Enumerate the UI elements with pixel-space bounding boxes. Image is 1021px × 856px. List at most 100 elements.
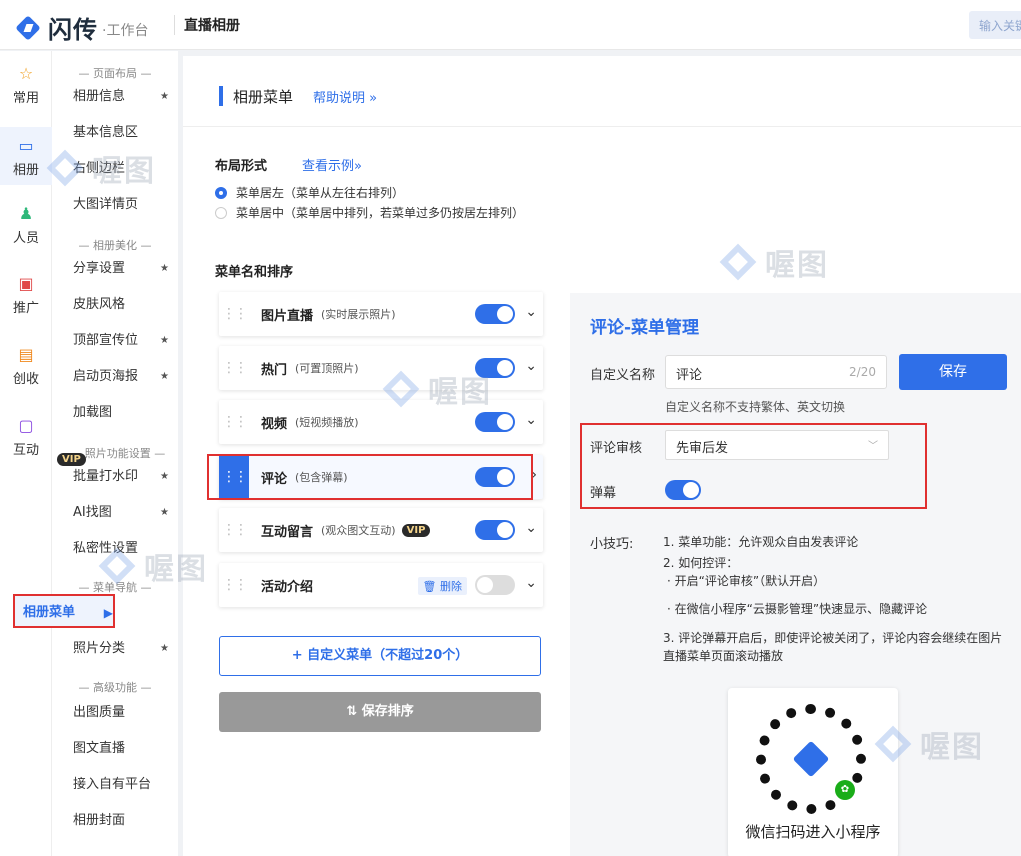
subnav-item[interactable]: 皮肤风格 [73, 294, 169, 316]
layout-example-link[interactable]: 查看示例» [302, 155, 362, 174]
menu-desc: (短视频播放) [295, 416, 359, 429]
layout-title: 布局形式 [215, 159, 268, 174]
nav-item-common[interactable]: ☆ 常用 [0, 64, 52, 107]
watermark: 喔图 [46, 146, 156, 190]
radio-label: 菜单居中（菜单居中排列，若菜单过多仍按居左排列） [236, 206, 525, 220]
group-label: — 页面布局 — [78, 67, 152, 80]
menu-toggle[interactable] [475, 575, 515, 595]
tip-item: 3. 评论弹幕开启后，即使评论被关闭了，评论内容会继续在图片直播菜单页面滚动播放 [663, 631, 1003, 663]
logo[interactable]: 闪传 ·工作台 [14, 10, 148, 45]
menu-toggle[interactable] [475, 520, 515, 540]
help-link[interactable]: 帮助说明 » [313, 87, 377, 106]
danmaku-toggle[interactable] [665, 480, 701, 500]
menu-list-title: 菜单名和排序 [215, 265, 294, 280]
subnav-item[interactable]: 大图详情页 [73, 194, 169, 216]
drag-handle-icon[interactable]: ⋮⋮ [219, 523, 249, 537]
layout-radio-center[interactable]: 菜单居中（菜单居中排列，若菜单过多仍按居左排列） [215, 204, 524, 221]
chevron-down-icon[interactable]: ⌄ [525, 520, 537, 536]
layout-radio-left[interactable]: 菜单居左（菜单从左往右排列） [215, 184, 404, 201]
nav-label: 人员 [12, 231, 39, 246]
menu-row[interactable]: ⋮⋮ 热门 (可置顶照片) ⌄ [219, 346, 543, 390]
subnav-item[interactable]: 照片分类 ★ [73, 638, 169, 660]
search-input[interactable]: 输入关键 [969, 11, 1021, 39]
save-sort-button[interactable]: ⇅ 保存排序 [219, 692, 541, 732]
review-select[interactable]: 先审后发 ﹀ [665, 430, 889, 460]
subnav-item[interactable]: 批量打水印 ★ [73, 466, 169, 488]
menu-row[interactable]: ⋮⋮ 视频 (短视频播放) ⌄ [219, 400, 543, 444]
tip-item: 1. 菜单功能：允许观众自由发表评论 [663, 535, 859, 549]
menu-row[interactable]: ⋮⋮ 互动留言 (观众图文互动) VIP ⌄ [219, 508, 543, 552]
subnav-item[interactable]: 启动页海报 ★ [73, 366, 169, 388]
nav-item-promote[interactable]: ▣ 推广 [0, 274, 52, 317]
album-icon: ▭ [18, 136, 34, 155]
menu-row[interactable]: ⋮⋮ 活动介绍 🗑 删除 ⌄ [219, 563, 543, 607]
subnav-item[interactable]: AI找图 ★ [73, 502, 169, 524]
subnav-item[interactable]: 加载图 [73, 402, 169, 424]
subnav-item[interactable]: 接入自有平台 [73, 774, 169, 796]
tip-item: · 在微信小程序“云摄影管理”快速显示、隐藏评论 [667, 602, 928, 616]
review-value: 先审后发 [676, 441, 729, 456]
name-input[interactable]: 评论 2/20 [665, 355, 887, 389]
subnav-item[interactable]: 图文直播 [73, 738, 169, 760]
nav-label: 创收 [12, 372, 39, 387]
nav-item-people[interactable]: ♟ 人员 [0, 205, 52, 247]
logo-subtitle: ·工作台 [102, 23, 149, 39]
subnav-item[interactable]: 相册信息 ★ [73, 86, 169, 108]
menu-desc: (可置顶照片) [295, 362, 359, 375]
nav-item-revenue[interactable]: ▤ 创收 [0, 346, 52, 388]
panel-title: 评论-菜单管理 [590, 318, 700, 338]
menu-toggle[interactable] [475, 304, 515, 324]
name-hint: 自定义名称不支持繁体、英文切换 [665, 400, 846, 414]
main-nav: ☆ 常用 ▭ 相册 ♟ 人员 ▣ 推广 ▤ 创收 ▢ 互动 [0, 51, 52, 856]
radio-unselected[interactable] [215, 206, 227, 219]
menu-settings-panel: 评论-菜单管理 自定义名称 评论 2/20 保存 自定义名称不支持繁体、英文切换… [570, 293, 1021, 856]
save-button[interactable]: 保存 [899, 354, 1007, 390]
star-icon: ★ [160, 507, 169, 518]
radio-selected[interactable] [215, 186, 227, 199]
chevron-down-icon[interactable]: ⌄ [525, 358, 537, 374]
tip-item: 2. 如何控评： [663, 556, 739, 570]
menu-toggle[interactable] [475, 412, 515, 432]
chevron-down-icon[interactable]: ⌄ [525, 575, 537, 591]
star-icon: ★ [160, 471, 169, 482]
subnav-item[interactable]: 顶部宣传位 ★ [73, 330, 169, 352]
add-custom-menu-button[interactable]: + 自定义菜单（不超过20个） [219, 636, 541, 676]
logo-text: 闪传 [48, 16, 98, 44]
subnav-item[interactable]: 出图质量 [73, 702, 169, 724]
nav-label: 相册 [12, 163, 39, 178]
divider [174, 15, 175, 35]
subnav-item[interactable]: 分享设置 ★ [73, 258, 169, 280]
drag-handle-icon[interactable]: ⋮⋮ [219, 415, 249, 429]
highlight-box [207, 454, 533, 500]
drag-handle-icon[interactable]: ⋮⋮ [219, 578, 249, 592]
subnav-item[interactable]: 基本信息区 [73, 122, 169, 144]
star-icon: ★ [160, 371, 169, 382]
chevron-down-icon[interactable]: ⌄ [525, 304, 537, 320]
nav-item-interact[interactable]: ▢ 互动 [0, 416, 52, 459]
menu-desc: (观众图文互动) [321, 524, 396, 537]
menu-row[interactable]: ⋮⋮ 图片直播 (实时展示照片) ⌄ [219, 292, 543, 336]
wechat-icon: ✿ [835, 780, 855, 800]
menu-name: 图片直播 [261, 308, 314, 324]
drag-handle-icon[interactable]: ⋮⋮ [219, 361, 249, 375]
chat-icon: ▢ [18, 416, 34, 435]
accent-bar [219, 86, 223, 106]
chevron-down-icon[interactable]: ⌄ [525, 412, 537, 428]
nav-label: 互动 [12, 443, 39, 458]
qr-caption: 微信扫码进入小程序 [745, 823, 881, 841]
promote-icon: ▣ [18, 274, 34, 293]
review-label: 评论审核 [590, 441, 643, 456]
nav-label: 推广 [12, 301, 39, 316]
star-icon: ☆ [18, 64, 34, 83]
subnav-item-album-menu[interactable]: 相册菜单 ▶ [13, 594, 115, 628]
watermark: 喔图 [874, 722, 984, 766]
nav-item-album[interactable]: ▭ 相册 [0, 127, 52, 185]
delete-button[interactable]: 🗑 删除 [417, 577, 467, 595]
top-bar: 闪传 ·工作台 直播相册 输入关键 [0, 0, 1021, 50]
menu-name: 视频 [261, 416, 288, 432]
qr-code-card: ✿ 微信扫码进入小程序 [728, 688, 898, 856]
char-count: 2/20 [849, 365, 876, 379]
drag-handle-icon[interactable]: ⋮⋮ [219, 307, 249, 321]
subnav-item[interactable]: 相册封面 [73, 810, 169, 832]
group-label: — 相册美化 — [78, 239, 152, 252]
